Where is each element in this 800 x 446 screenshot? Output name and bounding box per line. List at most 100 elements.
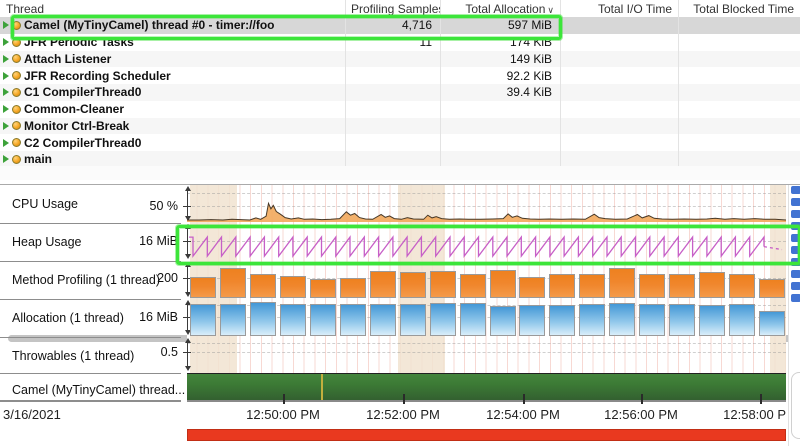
thread-name-cell: JFR Recording Scheduler: [0, 69, 345, 83]
table-row[interactable]: C2 CompilerThread0: [0, 134, 800, 151]
allocation-chart[interactable]: [187, 299, 786, 337]
allocation-cell: 92.2 KiB: [440, 69, 560, 83]
expand-arrow-icon[interactable]: [3, 38, 9, 46]
expand-arrow-icon[interactable]: [3, 72, 9, 80]
thread-state-icon: [12, 105, 21, 114]
thread-name-label: C1 CompilerThread0: [24, 85, 141, 99]
histogram-bar: [250, 274, 276, 298]
histogram-bar: [579, 274, 605, 298]
histogram-bar: [340, 304, 366, 336]
timeline-row-label-bars-orange[interactable]: Method Profiling (1 thread): [12, 273, 160, 287]
expand-arrow-icon[interactable]: [3, 105, 9, 113]
thread-state-icon: [12, 54, 21, 63]
column-header-profiling-samples[interactable]: Profiling Samples: [345, 2, 440, 16]
timeline-row-label-thread-bar[interactable]: Camel (MyTinyCamel) thread...: [12, 383, 185, 397]
method-profiling-chart[interactable]: [187, 261, 786, 299]
histogram-bar: [490, 270, 516, 298]
legend-chip-icon[interactable]: [791, 198, 800, 206]
column-separator: [440, 0, 441, 166]
time-axis-label: 12:52:00 PM: [366, 407, 440, 422]
allocation-cell: 174 KiB: [440, 35, 560, 49]
legend-chip-icon[interactable]: [791, 210, 800, 218]
table-row[interactable]: Common-Cleaner: [0, 101, 800, 118]
thread-name-cell: Camel (MyTinyCamel) thread #0 - timer://…: [0, 18, 345, 32]
column-separator: [345, 0, 346, 166]
table-hscrollbar-track: [0, 166, 800, 180]
time-axis-label: 12:56:00 PM: [604, 407, 678, 422]
right-panel-corner: [791, 372, 800, 439]
timeline-scale-value: 16 MiB: [139, 310, 178, 324]
allocation-cell: 149 KiB: [440, 52, 560, 66]
thread-name-label: main: [24, 152, 52, 166]
time-axis-tick: [283, 394, 285, 404]
legend-chip-icon[interactable]: [791, 294, 800, 302]
table-row[interactable]: Monitor Ctrl-Break: [0, 118, 800, 135]
time-axis-label: 12:50:00 PM: [246, 407, 320, 422]
heap-usage-chart[interactable]: [187, 223, 786, 261]
legend-chip-icon[interactable]: [791, 246, 800, 254]
thread-state-icon: [12, 21, 21, 30]
samples-cell: 11: [345, 35, 440, 49]
expand-arrow-icon[interactable]: [3, 122, 9, 130]
timeline-row-label-empty[interactable]: Throwables (1 thread): [12, 349, 134, 363]
table-row[interactable]: JFR Periodic Tasks 11174 KiB: [0, 34, 800, 51]
thread-state-icon: [12, 121, 21, 130]
sort-descending-icon: ∨: [547, 5, 554, 15]
thread-state-icon: [12, 138, 21, 147]
histogram-bar: [400, 304, 426, 336]
histogram-bar: [370, 304, 396, 336]
axis-tick: [183, 352, 191, 353]
histogram-bar: [310, 279, 336, 298]
histogram-bar: [549, 305, 575, 336]
expand-arrow-icon[interactable]: [3, 88, 9, 96]
column-header-total-allocation[interactable]: Total Allocation∨: [440, 2, 560, 16]
table-row[interactable]: Attach Listener 149 KiB: [0, 51, 800, 68]
thread-name-cell: Attach Listener: [0, 52, 345, 66]
thread-table-header: ThreadProfiling SamplesTotal Allocation∨…: [0, 0, 800, 18]
cpu-usage-chart[interactable]: [187, 185, 786, 223]
allocation-cell: 39.4 KiB: [440, 85, 560, 99]
table-row[interactable]: JFR Recording Scheduler 92.2 KiB: [0, 67, 800, 84]
row-separator: [0, 223, 181, 224]
column-header-thread[interactable]: Thread: [0, 2, 345, 16]
histogram-bar: [220, 304, 246, 336]
timeline-row-label-bars-blue[interactable]: Allocation (1 thread): [12, 311, 124, 325]
thread-activity-bar[interactable]: [187, 373, 786, 400]
histogram-bar: [370, 271, 396, 298]
thread-name-cell: C2 CompilerThread0: [0, 136, 345, 150]
thread-name-cell: Monitor Ctrl-Break: [0, 119, 345, 133]
histogram-bar: [400, 272, 426, 298]
thread-name-label: Attach Listener: [24, 52, 111, 66]
column-header-total-i-o-time[interactable]: Total I/O Time: [560, 2, 678, 16]
table-row[interactable]: main: [0, 151, 800, 166]
thread-name-cell: JFR Periodic Tasks: [0, 35, 345, 49]
timeline-hscrollbar-red[interactable]: [187, 429, 786, 441]
histogram-bar: [460, 274, 486, 298]
legend-chip-icon[interactable]: [791, 186, 800, 194]
legend-chip-icon[interactable]: [791, 258, 800, 266]
legend-chip-icon[interactable]: [791, 222, 800, 230]
histogram-bar: [669, 274, 695, 298]
expand-arrow-icon[interactable]: [3, 155, 9, 163]
expand-arrow-icon[interactable]: [3, 21, 9, 29]
thread-name-label: JFR Periodic Tasks: [24, 35, 134, 49]
column-header-total-blocked-time[interactable]: Total Blocked Time: [678, 2, 800, 16]
timeline-row-label-cpu[interactable]: CPU Usage: [12, 197, 78, 211]
table-row[interactable]: Camel (MyTinyCamel) thread #0 - timer://…: [0, 17, 800, 34]
time-axis-label: 12:54:00 PM: [486, 407, 560, 422]
legend-chip-icon[interactable]: [791, 270, 800, 278]
table-row[interactable]: C1 CompilerThread0 39.4 KiB: [0, 84, 800, 101]
gridline: [187, 352, 786, 353]
legend-chip-icon[interactable]: [791, 234, 800, 242]
expand-arrow-icon[interactable]: [3, 139, 9, 147]
histogram-bar: [549, 274, 575, 298]
expand-arrow-icon[interactable]: [3, 55, 9, 63]
histogram-bar: [340, 278, 366, 298]
histogram-bar: [699, 272, 725, 298]
timeline-row-label-heap[interactable]: Heap Usage: [12, 235, 82, 249]
histogram-bar: [729, 274, 755, 298]
histogram-bar: [609, 303, 635, 336]
timeline-scale-value: 50 %: [150, 199, 179, 213]
row-separator: [0, 261, 181, 262]
legend-chip-icon[interactable]: [791, 282, 800, 290]
